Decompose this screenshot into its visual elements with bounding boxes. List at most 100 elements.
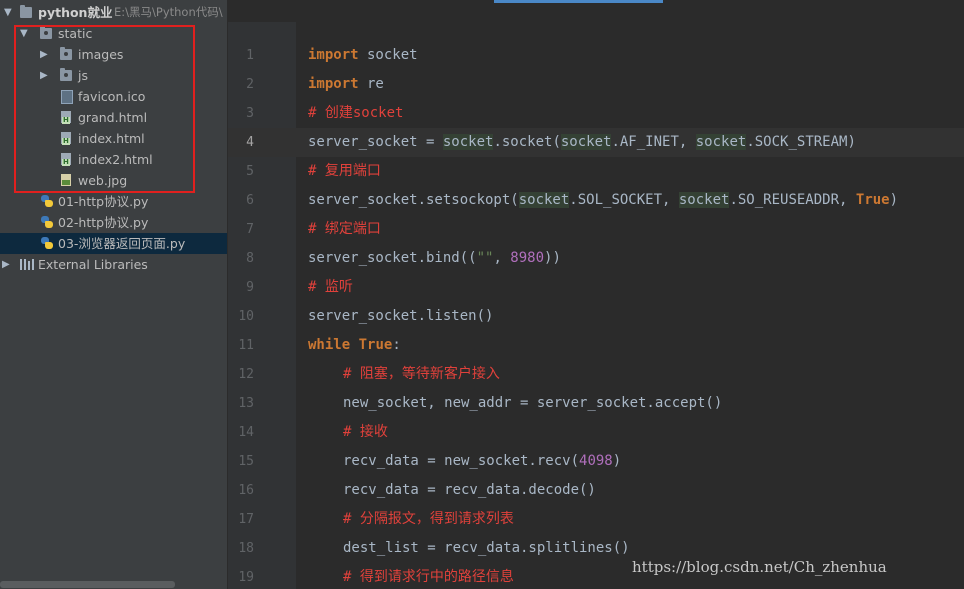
watermark-url: https://blog.csdn.net/Ch_zhenhua bbox=[632, 558, 887, 576]
code-line[interactable]: # 阻塞，等待新客户接入 bbox=[343, 360, 500, 389]
line-number: 5 bbox=[246, 164, 254, 179]
code-line-current[interactable]: server_socket = socket.socket(socket.AF_… bbox=[308, 128, 856, 157]
code-line[interactable]: dest_list = recv_data.splitlines() bbox=[343, 534, 630, 563]
code-line[interactable]: # 得到请求行中的路径信息 bbox=[343, 563, 514, 589]
code-editor[interactable]: 1 2 3 4 5 6 7 8 9 10 11 12 13 14 15 16 1… bbox=[228, 0, 964, 589]
project-name: python就业 bbox=[38, 5, 113, 20]
code-line[interactable]: recv_data = new_socket.recv(4098) bbox=[343, 447, 621, 476]
comment: # 监听 bbox=[308, 279, 353, 295]
active-tab-indicator bbox=[494, 0, 663, 3]
code-line[interactable]: while True: bbox=[308, 331, 401, 360]
code-line[interactable]: # 接收 bbox=[343, 418, 388, 447]
code-line[interactable]: # 分隔报文，得到请求列表 bbox=[343, 505, 514, 534]
tree-label-external-libraries: External Libraries bbox=[38, 257, 148, 272]
line-number: 8 bbox=[246, 251, 254, 266]
comment: # 得到请求行中的路径信息 bbox=[343, 569, 514, 585]
chevron-down-icon[interactable]: ▼ bbox=[4, 2, 12, 23]
comment: # 创建socket bbox=[308, 105, 404, 121]
code-line[interactable]: recv_data = recv_data.decode() bbox=[343, 476, 596, 505]
code-text: .AF_INET, bbox=[611, 134, 696, 150]
keyword: import bbox=[308, 76, 359, 92]
code-text: .socket( bbox=[493, 134, 561, 150]
python-file-icon bbox=[41, 216, 53, 228]
code-line[interactable]: import re bbox=[308, 70, 384, 99]
line-number: 7 bbox=[246, 222, 254, 237]
code-text: : bbox=[392, 337, 401, 353]
line-number: 1 bbox=[246, 48, 254, 63]
tree-label-py3: 03-浏览器返回页面.py bbox=[58, 236, 186, 251]
code-text: ) bbox=[612, 453, 622, 469]
module-ref: socket bbox=[442, 134, 494, 150]
line-number: 9 bbox=[246, 280, 254, 295]
line-number: 19 bbox=[238, 570, 254, 585]
comment: # 接收 bbox=[343, 424, 388, 440]
python-file-icon bbox=[41, 195, 53, 207]
keyword: True bbox=[855, 192, 890, 208]
code-line[interactable]: server_socket.listen() bbox=[308, 302, 493, 331]
tree-row-py1[interactable]: 01-http协议.py bbox=[0, 191, 227, 212]
code-text: server_socket.bind(( bbox=[308, 250, 477, 266]
code-text: new_socket, new_addr = server_socket.acc… bbox=[343, 395, 723, 411]
module-ref: socket bbox=[695, 134, 747, 150]
keyword: True bbox=[358, 337, 393, 353]
line-number: 12 bbox=[238, 367, 254, 382]
tree-row-project-root[interactable]: ▼ python就业 E:\黑马\Python代码\ bbox=[0, 2, 227, 23]
code-line[interactable]: # 创建socket bbox=[308, 99, 403, 128]
project-path: E:\黑马\Python代码\ bbox=[114, 5, 223, 19]
tree-row-py3[interactable]: 03-浏览器返回页面.py bbox=[0, 233, 227, 254]
library-icon bbox=[20, 259, 34, 270]
line-number: 6 bbox=[246, 193, 254, 208]
scrollbar-thumb[interactable] bbox=[0, 581, 175, 588]
comment: # 阻塞，等待新客户接入 bbox=[343, 366, 500, 382]
keyword: while bbox=[308, 337, 351, 353]
code-line[interactable]: server_socket.setsockopt(socket.SOL_SOCK… bbox=[308, 186, 898, 215]
tree-row-external-libraries[interactable]: ▶ External Libraries bbox=[0, 254, 227, 275]
code-text: server_socket.setsockopt( bbox=[308, 192, 519, 208]
code-line[interactable]: # 复用端口 bbox=[308, 157, 381, 186]
code-text: socket bbox=[358, 47, 418, 63]
annotation-highlight-box bbox=[14, 25, 195, 193]
chevron-right-icon[interactable]: ▶ bbox=[2, 254, 10, 275]
code-text: server_socket.listen() bbox=[308, 308, 494, 324]
code-text: re bbox=[358, 76, 384, 92]
tree-row-py2[interactable]: 02-http协议.py bbox=[0, 212, 227, 233]
line-number: 18 bbox=[238, 541, 254, 556]
code-line[interactable]: new_socket, new_addr = server_socket.acc… bbox=[343, 389, 722, 418]
number-literal: 8980 bbox=[510, 250, 545, 266]
code-line[interactable]: # 监听 bbox=[308, 273, 353, 302]
line-number: 17 bbox=[238, 512, 254, 527]
editor-tab-bar bbox=[228, 0, 964, 22]
number-literal: 4098 bbox=[579, 453, 613, 469]
line-number: 2 bbox=[246, 77, 254, 92]
module-ref: socket bbox=[560, 134, 612, 150]
line-number: 10 bbox=[238, 309, 254, 324]
project-tree-panel[interactable]: ▼ python就业 E:\黑马\Python代码\ ▼ static ▶ im… bbox=[0, 0, 228, 589]
code-line[interactable]: # 绑定端口 bbox=[308, 215, 381, 244]
code-text: dest_list = recv_data.splitlines() bbox=[343, 540, 630, 556]
module-ref: socket bbox=[518, 192, 570, 208]
code-text: )) bbox=[544, 250, 561, 266]
folder-icon bbox=[20, 5, 32, 18]
line-number: 15 bbox=[238, 454, 254, 469]
line-number: 13 bbox=[238, 396, 254, 411]
comment: # 绑定端口 bbox=[308, 221, 381, 237]
line-number: 11 bbox=[238, 338, 254, 353]
tree-label-py2: 02-http协议.py bbox=[58, 215, 149, 230]
module-ref: socket bbox=[678, 192, 730, 208]
tree-label-py1: 01-http协议.py bbox=[58, 194, 149, 209]
comment: # 复用端口 bbox=[308, 163, 381, 179]
code-text: ) bbox=[889, 192, 899, 208]
code-line[interactable]: server_socket.bind(("", 8980)) bbox=[308, 244, 561, 273]
string-literal: "" bbox=[476, 250, 494, 266]
code-text: .SOL_SOCKET, bbox=[569, 192, 679, 208]
code-text: .SOCK_STREAM) bbox=[746, 134, 856, 150]
line-number: 14 bbox=[238, 425, 254, 440]
code-line[interactable]: import socket bbox=[308, 41, 418, 70]
keyword: import bbox=[308, 47, 359, 63]
code-text: , bbox=[493, 250, 511, 266]
code-text: .SO_REUSEADDR, bbox=[729, 192, 856, 208]
python-file-icon bbox=[41, 237, 53, 249]
line-number: 3 bbox=[246, 106, 254, 121]
comment: # 分隔报文，得到请求列表 bbox=[343, 511, 514, 527]
